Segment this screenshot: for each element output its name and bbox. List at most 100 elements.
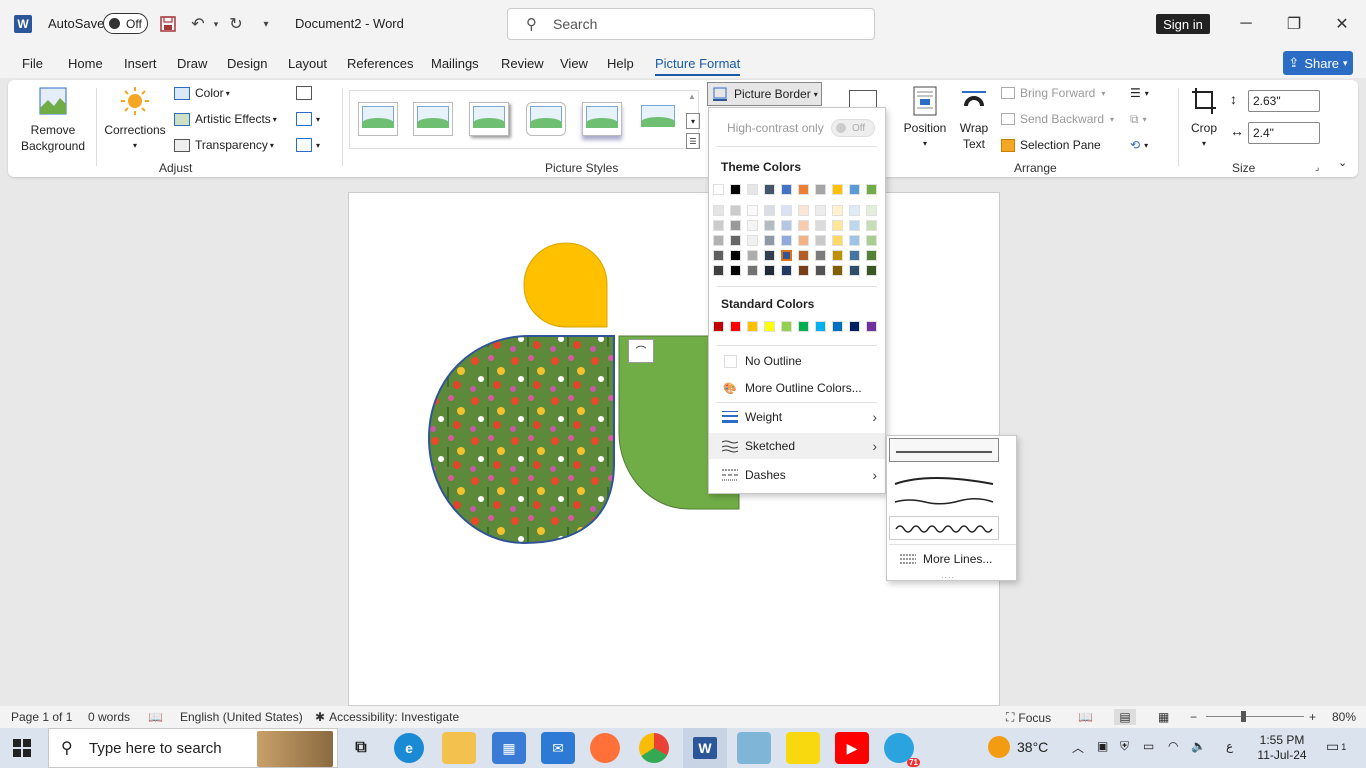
wrap-text-button[interactable]: Wrap Text xyxy=(952,86,996,152)
read-mode-icon[interactable]: 📖 xyxy=(1078,710,1093,724)
bring-forward-button[interactable]: Bring Forward ▾ xyxy=(1001,86,1105,100)
theme-color-shade-swatch[interactable] xyxy=(730,250,741,261)
accessibility-button[interactable]: ✱ Accessibility: Investigate xyxy=(315,710,459,724)
remove-background-button[interactable]: Remove Background xyxy=(18,86,88,154)
theme-color-shade-swatch[interactable] xyxy=(849,205,860,216)
position-button[interactable]: Position ▾ xyxy=(901,86,949,152)
tab-design[interactable]: Design xyxy=(227,56,267,71)
theme-color-swatch[interactable] xyxy=(832,184,843,195)
theme-color-shade-swatch[interactable] xyxy=(730,205,741,216)
theme-color-swatch[interactable] xyxy=(815,184,826,195)
theme-color-shade-swatch[interactable] xyxy=(815,205,826,216)
tab-help[interactable]: Help xyxy=(607,56,634,71)
standard-color-swatch[interactable] xyxy=(781,321,792,332)
clock[interactable]: 1:55 PM 11-Jul-24 xyxy=(1255,733,1309,763)
theme-color-shade-swatch[interactable] xyxy=(747,265,758,276)
tab-home[interactable]: Home xyxy=(68,56,103,71)
redo-icon[interactable]: ↻ xyxy=(226,14,246,34)
sketched-option-freehand[interactable] xyxy=(889,492,999,516)
high-contrast-toggle[interactable]: Off xyxy=(831,119,875,137)
zoom-out-icon[interactable]: − xyxy=(1190,710,1197,724)
theme-color-shade-swatch[interactable] xyxy=(781,235,792,246)
undo-icon[interactable]: ↶ xyxy=(188,14,208,34)
change-picture-icon[interactable]: ▾ xyxy=(296,112,320,126)
theme-color-shade-swatch[interactable] xyxy=(798,220,809,231)
no-outline-item[interactable]: No Outline xyxy=(709,348,885,374)
show-hidden-icons-icon[interactable]: ︿ xyxy=(1072,739,1084,756)
tab-file[interactable]: File xyxy=(22,56,43,71)
tab-references[interactable]: References xyxy=(347,56,413,71)
send-backward-button[interactable]: Send Backward ▾ xyxy=(1001,112,1114,126)
theme-color-shade-swatch[interactable] xyxy=(815,235,826,246)
telegram-icon[interactable]: 71 xyxy=(884,733,920,767)
theme-color-shade-swatch[interactable] xyxy=(764,250,775,261)
save-icon[interactable] xyxy=(158,14,178,34)
theme-color-shade-swatch[interactable] xyxy=(764,265,775,276)
task-view-icon[interactable]: ⧉ xyxy=(344,732,378,764)
sketched-option-scribble[interactable] xyxy=(889,516,999,540)
theme-color-shade-swatch[interactable] xyxy=(713,235,724,246)
tray-app-icon[interactable]: ▣ xyxy=(1097,739,1108,753)
theme-color-shade-swatch[interactable] xyxy=(815,220,826,231)
transparency-button[interactable]: Transparency ▾ xyxy=(174,138,274,152)
theme-color-shade-swatch[interactable] xyxy=(849,235,860,246)
theme-color-shade-swatch[interactable] xyxy=(713,220,724,231)
theme-color-shade-swatch[interactable] xyxy=(730,235,741,246)
page-count[interactable]: Page 1 of 1 xyxy=(11,710,72,724)
edge-icon[interactable]: e xyxy=(394,733,424,763)
theme-color-shade-swatch[interactable] xyxy=(832,250,843,261)
tab-review[interactable]: Review xyxy=(501,56,544,71)
autosave-toggle[interactable]: Off xyxy=(103,13,148,34)
volume-icon[interactable]: 🔈 xyxy=(1191,739,1206,753)
rotate-icon[interactable]: ⟲ ▾ xyxy=(1130,138,1148,152)
theme-color-shade-swatch[interactable] xyxy=(849,220,860,231)
gallery-scroll-down-icon[interactable]: ▾ xyxy=(686,113,700,129)
theme-color-shade-swatch[interactable] xyxy=(866,205,877,216)
resize-grip-icon[interactable]: .... xyxy=(941,570,955,580)
weight-item[interactable]: Weight › xyxy=(709,404,885,430)
language-label[interactable]: English (United States) xyxy=(180,710,303,724)
theme-color-shade-swatch[interactable] xyxy=(866,265,877,276)
share-button[interactable]: ⇪ Share ▾ xyxy=(1283,51,1353,75)
theme-color-shade-swatch[interactable] xyxy=(713,205,724,216)
youtube-icon[interactable]: ▶ xyxy=(835,732,869,764)
theme-color-shade-swatch[interactable] xyxy=(866,220,877,231)
more-outline-colors-item[interactable]: 🎨 More Outline Colors... xyxy=(709,375,885,401)
mail-icon[interactable]: ✉ xyxy=(541,732,575,764)
theme-color-swatch[interactable] xyxy=(798,184,809,195)
theme-color-shade-swatch[interactable] xyxy=(764,205,775,216)
zoom-slider-thumb[interactable] xyxy=(1241,711,1246,722)
theme-color-swatch[interactable] xyxy=(747,184,758,195)
theme-color-shade-swatch[interactable] xyxy=(730,220,741,231)
sketched-option-straight[interactable] xyxy=(889,438,999,462)
picture-style-thumb[interactable] xyxy=(469,102,509,136)
theme-color-swatch[interactable] xyxy=(866,184,877,195)
theme-color-shade-swatch[interactable] xyxy=(781,205,792,216)
theme-color-swatch[interactable] xyxy=(713,184,724,195)
more-lines-item[interactable]: More Lines... xyxy=(887,546,1016,572)
theme-color-shade-swatch[interactable] xyxy=(815,250,826,261)
windows-start-icon[interactable] xyxy=(12,738,32,758)
focus-button[interactable]: ⛶ Focus xyxy=(1006,710,1051,725)
sticky-notes-icon[interactable] xyxy=(786,732,820,764)
standard-color-swatch[interactable] xyxy=(747,321,758,332)
collapse-ribbon-icon[interactable]: ⌄ xyxy=(1338,156,1347,169)
close-icon[interactable]: ✕ xyxy=(1330,12,1354,36)
customize-qat-icon[interactable]: ▾ xyxy=(256,14,276,34)
theme-color-shade-swatch[interactable] xyxy=(747,250,758,261)
theme-color-shade-swatch[interactable] xyxy=(832,220,843,231)
search-input[interactable]: ⚲ Search xyxy=(507,8,875,40)
corrections-button[interactable]: Corrections ▾ xyxy=(102,86,168,154)
align-icon[interactable]: ☰ ▾ xyxy=(1130,86,1149,100)
theme-color-shade-swatch[interactable] xyxy=(832,235,843,246)
crop-button[interactable]: Crop ▾ xyxy=(1184,86,1224,152)
theme-color-shade-swatch[interactable] xyxy=(713,265,724,276)
tab-draw[interactable]: Draw xyxy=(177,56,207,71)
tab-view[interactable]: View xyxy=(560,56,588,71)
theme-color-swatch[interactable] xyxy=(764,184,775,195)
theme-color-shade-swatch[interactable] xyxy=(798,250,809,261)
compress-pictures-icon[interactable] xyxy=(296,86,312,100)
store-icon[interactable]: ▦ xyxy=(492,732,526,764)
theme-color-shade-swatch[interactable] xyxy=(798,205,809,216)
color-button[interactable]: Color ▾ xyxy=(174,86,230,100)
